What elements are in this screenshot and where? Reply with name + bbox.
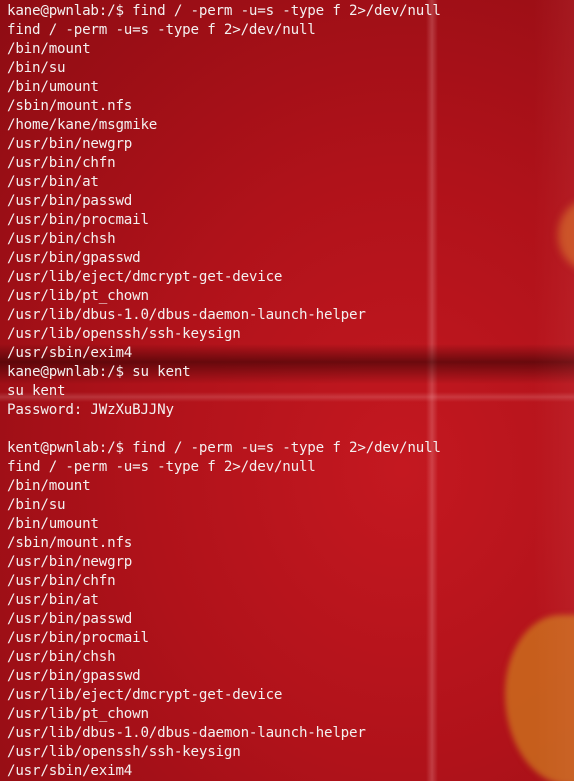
- terminal-line: /usr/bin/at: [7, 592, 99, 608]
- terminal-line: /usr/bin/chsh: [7, 231, 116, 247]
- terminal-line: /usr/sbin/exim4: [7, 345, 133, 361]
- terminal-line: /usr/lib/dbus-1.0/dbus-daemon-launch-hel…: [7, 307, 366, 323]
- terminal-line: /bin/su: [7, 497, 66, 513]
- terminal-line: /usr/bin/passwd: [7, 611, 133, 627]
- terminal-line: /sbin/mount.nfs: [7, 535, 133, 551]
- terminal-line: /usr/lib/openssh/ssh-keysign: [7, 744, 241, 760]
- terminal-line: /sbin/mount.nfs: [7, 98, 133, 114]
- terminal-line: find / -perm -u=s -type f 2>/dev/null: [7, 459, 316, 475]
- terminal-line: /usr/lib/dbus-1.0/dbus-daemon-launch-hel…: [7, 725, 366, 741]
- terminal-line: /bin/mount: [7, 478, 91, 494]
- terminal-line: /usr/bin/at: [7, 174, 99, 190]
- terminal-line: /bin/umount: [7, 516, 99, 532]
- terminal-line: /usr/lib/eject/dmcrypt-get-device: [7, 269, 283, 285]
- terminal-line: /usr/bin/procmail: [7, 630, 149, 646]
- terminal-line: /usr/lib/openssh/ssh-keysign: [7, 326, 241, 342]
- terminal-line: /usr/sbin/exim4: [7, 763, 133, 779]
- terminal-line: /usr/lib/eject/dmcrypt-get-device: [7, 687, 283, 703]
- terminal-line: find / -perm -u=s -type f 2>/dev/null: [7, 22, 316, 38]
- terminal-line: /usr/bin/newgrp: [7, 136, 133, 152]
- terminal-line: /bin/umount: [7, 79, 99, 95]
- terminal-line: /usr/lib/pt_chown: [7, 288, 149, 304]
- terminal-line: /usr/bin/gpasswd: [7, 668, 141, 684]
- terminal-output[interactable]: kane@pwnlab:/$ find / -perm -u=s -type f…: [7, 2, 574, 781]
- terminal-line: /home/kane/msgmike: [7, 117, 158, 133]
- terminal-line: /usr/bin/gpasswd: [7, 250, 141, 266]
- terminal-line: kane@pwnlab:/$ su kent: [7, 364, 191, 380]
- terminal-line: /usr/lib/pt_chown: [7, 706, 149, 722]
- terminal-line: /bin/mount: [7, 41, 91, 57]
- terminal-line: /usr/bin/chsh: [7, 649, 116, 665]
- terminal-line: su kent: [7, 383, 66, 399]
- terminal-line: /usr/bin/procmail: [7, 212, 149, 228]
- terminal-line: Password: JWzXuBJJNy: [7, 402, 174, 418]
- terminal-line: /usr/bin/passwd: [7, 193, 133, 209]
- terminal-line: /usr/bin/chfn: [7, 155, 116, 171]
- terminal-line: kent@pwnlab:/$ find / -perm -u=s -type f…: [7, 440, 441, 456]
- terminal-line: /usr/bin/chfn: [7, 573, 116, 589]
- terminal-line: /bin/su: [7, 60, 66, 76]
- terminal-line: /usr/bin/newgrp: [7, 554, 133, 570]
- terminal-line: kane@pwnlab:/$ find / -perm -u=s -type f…: [7, 3, 441, 19]
